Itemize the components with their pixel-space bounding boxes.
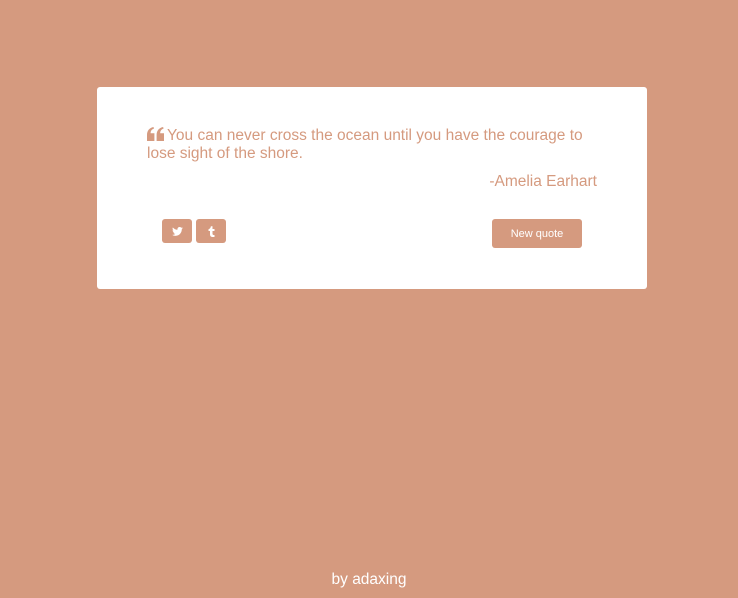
author-link[interactable]: adaxing	[352, 571, 406, 588]
new-quote-button[interactable]: New quote	[492, 219, 582, 248]
tumblr-share-button[interactable]	[196, 219, 226, 243]
quote-left-icon	[147, 127, 164, 141]
tumblr-icon	[208, 225, 214, 237]
tweet-quote-button[interactable]	[162, 219, 192, 243]
quote-box: You can never cross the ocean until you …	[97, 87, 647, 289]
footer: by adaxing	[0, 571, 738, 589]
footer-prefix: by	[331, 571, 353, 588]
quote-text-block: You can never cross the ocean until you …	[147, 127, 599, 163]
quote-author: -Amelia Earhart	[489, 173, 597, 190]
twitter-icon	[171, 226, 183, 236]
quote-text: You can never cross the ocean until you …	[147, 127, 583, 162]
